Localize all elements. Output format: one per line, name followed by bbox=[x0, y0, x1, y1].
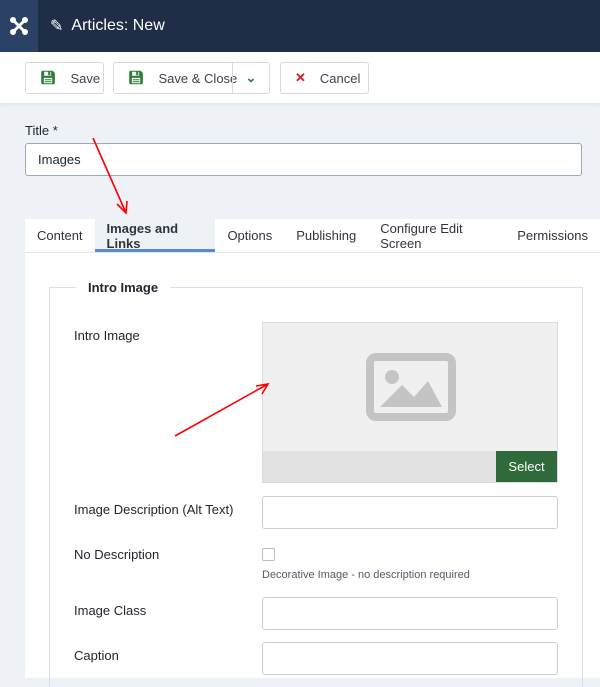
select-button[interactable]: Select bbox=[496, 451, 557, 482]
alt-text-label: Image Description (Alt Text) bbox=[74, 502, 234, 517]
no-description-label: No Description bbox=[74, 547, 160, 562]
image-placeholder-icon bbox=[366, 353, 456, 421]
toolbar: 💾︎ Save 💾︎ Save & Close ⌄ ✕ Cancel bbox=[0, 52, 600, 103]
tab-content[interactable]: Content bbox=[25, 219, 95, 252]
no-description-help: Decorative Image - no description requir… bbox=[262, 569, 470, 581]
intro-image-label: Intro Image bbox=[74, 328, 140, 343]
page-title: Articles: New bbox=[71, 17, 165, 34]
save-icon: 💾︎ bbox=[40, 70, 57, 85]
tab-images-and-links[interactable]: Images and Links bbox=[94, 219, 216, 252]
cancel-button[interactable]: ✕ Cancel bbox=[280, 62, 369, 94]
alt-text-input[interactable] bbox=[262, 496, 558, 529]
chevron-down-icon[interactable]: ⌄ bbox=[232, 63, 269, 93]
title-label: Title * bbox=[25, 123, 58, 138]
caption-input[interactable] bbox=[262, 642, 558, 675]
image-preview[interactable]: Select bbox=[262, 322, 558, 483]
image-class-input[interactable] bbox=[262, 597, 558, 630]
tab-options[interactable]: Options bbox=[215, 219, 284, 252]
tab-permissions[interactable]: Permissions bbox=[505, 219, 600, 252]
image-class-label: Image Class bbox=[74, 603, 147, 618]
tab-list: Content Images and Links Options Publish… bbox=[25, 219, 600, 253]
caption-label: Caption bbox=[74, 648, 119, 663]
save-close-button[interactable]: 💾︎ Save & Close ⌄ bbox=[113, 62, 270, 94]
no-description-checkbox[interactable] bbox=[262, 548, 275, 561]
tab-configure-edit-screen[interactable]: Configure Edit Screen bbox=[368, 219, 505, 252]
fieldset-legend: Intro Image bbox=[76, 280, 171, 295]
save-icon: 💾︎ bbox=[128, 70, 145, 85]
header: ✎ Articles: New bbox=[0, 0, 600, 52]
joomla-logo-icon[interactable] bbox=[0, 0, 38, 52]
title-input[interactable]: Images bbox=[25, 143, 582, 176]
close-icon: ✕ bbox=[295, 70, 306, 85]
save-button[interactable]: 💾︎ Save bbox=[25, 62, 104, 94]
tab-publishing[interactable]: Publishing bbox=[284, 219, 368, 252]
pencil-icon: ✎ bbox=[50, 18, 64, 35]
